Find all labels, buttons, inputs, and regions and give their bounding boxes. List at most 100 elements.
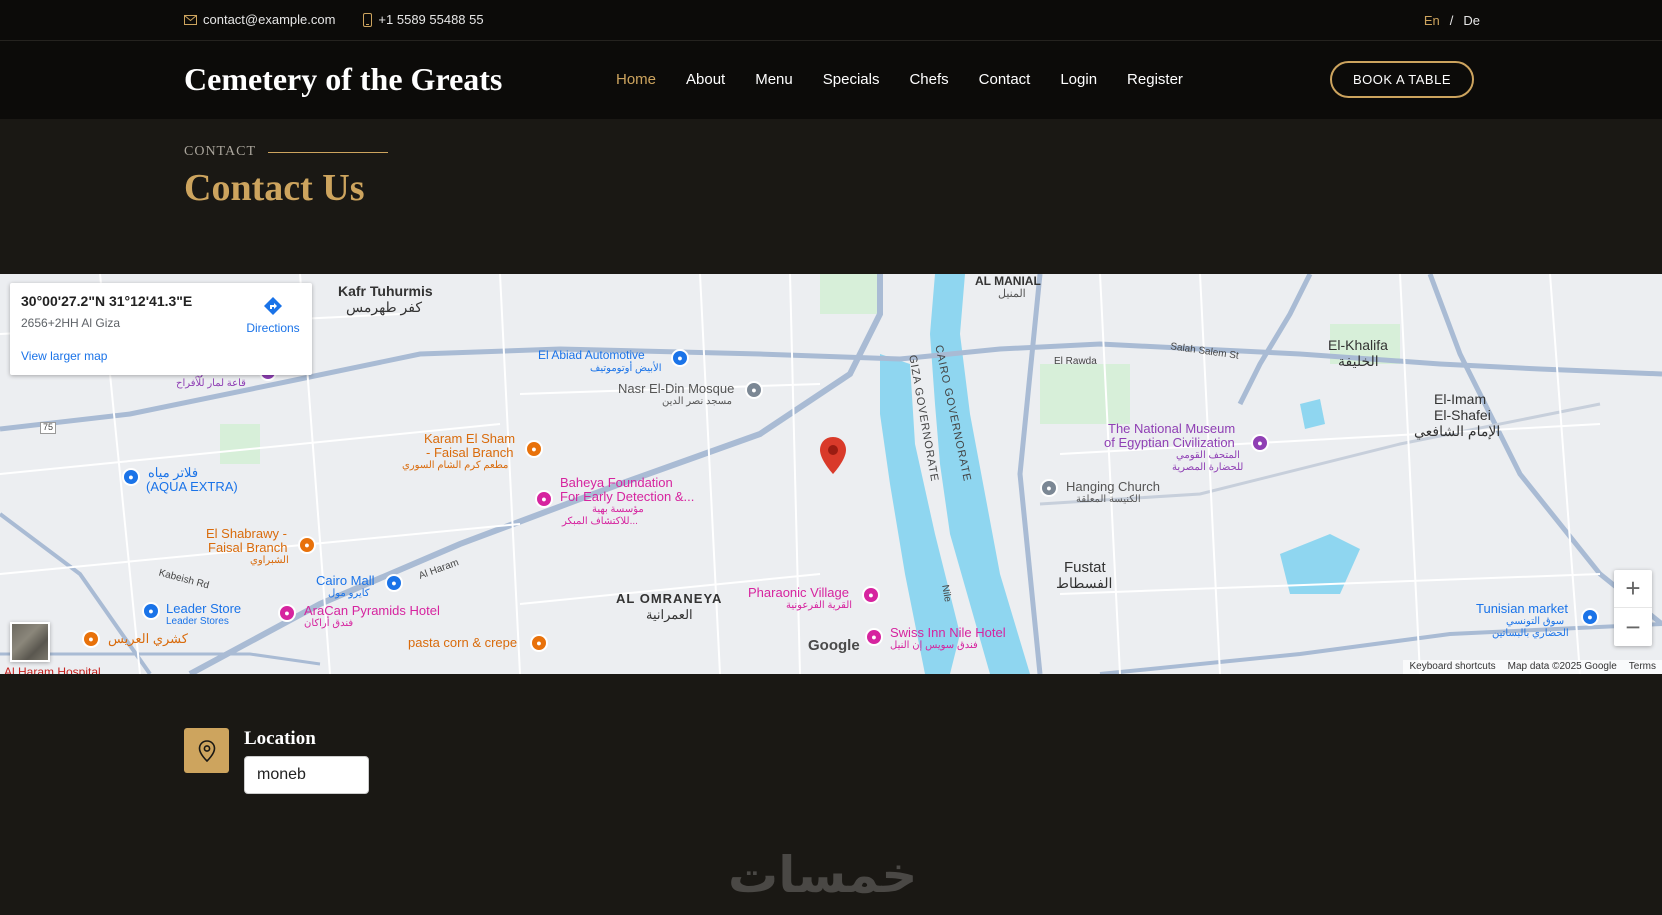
- label-swiss-ar: فندق سويس إن النيل: [890, 640, 978, 651]
- map-info-card: 30°00'27.2"N 31°12'41.3"E 2656+2HH Al Gi…: [10, 283, 312, 375]
- directions-button[interactable]: Directions: [238, 295, 308, 335]
- store-icon[interactable]: ●: [122, 468, 140, 486]
- site-logo[interactable]: Cemetery of the Greats: [184, 61, 502, 98]
- label-baheya-2: For Early Detection &...: [560, 489, 695, 504]
- terms-link[interactable]: Terms: [1629, 661, 1656, 673]
- store-icon[interactable]: ●: [142, 602, 160, 620]
- label-leader[interactable]: Leader Store: [166, 601, 241, 616]
- attraction-icon[interactable]: ●: [862, 586, 880, 604]
- map-data-text: Map data ©2025 Google: [1507, 661, 1617, 672]
- label-shabrawy-2: Faisal Branch: [208, 540, 288, 555]
- restaurant-icon[interactable]: ●: [298, 536, 316, 554]
- header: Cemetery of the Greats Home About Menu S…: [0, 41, 1662, 119]
- zoom-out-button[interactable]: −: [1614, 608, 1652, 646]
- location-marker-icon: [184, 728, 229, 773]
- nav-chefs[interactable]: Chefs: [909, 71, 948, 88]
- lang-de[interactable]: De: [1463, 13, 1480, 28]
- label-abiad[interactable]: El Abiad Automotive: [538, 348, 645, 362]
- label-abiad-ar: الأبيض أوتوموتيف: [590, 363, 662, 374]
- kicker-text: CONTACT: [184, 144, 256, 159]
- car-icon[interactable]: ●: [671, 349, 689, 367]
- nav-home[interactable]: Home: [616, 71, 656, 88]
- restaurant-icon[interactable]: ●: [525, 440, 543, 458]
- label-karam-ar: مطعم كرم الشام السوري: [402, 460, 509, 471]
- map-footer: Keyboard shortcuts Map data ©2025 Google…: [1403, 660, 1662, 674]
- church-icon[interactable]: ●: [1040, 479, 1058, 497]
- label-aracan[interactable]: AraCan Pyramids Hotel: [304, 603, 440, 618]
- phone-item[interactable]: +1 5589 55488 55: [363, 12, 484, 27]
- hotel-icon[interactable]: ●: [865, 628, 883, 646]
- label-swiss[interactable]: Swiss Inn Nile Hotel: [890, 625, 1006, 640]
- google-logo-text: Google: [808, 637, 860, 654]
- mall-icon[interactable]: ●: [385, 574, 403, 592]
- label-cairo-mall[interactable]: Cairo Mall: [316, 573, 375, 588]
- satellite-toggle[interactable]: [10, 622, 50, 662]
- label-kafr: Kafr Tuhurmis: [338, 283, 433, 299]
- email-text: contact@example.com: [203, 12, 336, 27]
- nav-menu[interactable]: Menu: [755, 71, 793, 88]
- label-hospital[interactable]: Al Haram Hospital: [4, 665, 101, 674]
- main-nav: Home About Menu Specials Chefs Contact L…: [616, 71, 1183, 88]
- location-pin-icon[interactable]: [818, 436, 848, 476]
- label-tunisian-ar-2: الحضاري بالبساتين: [1492, 628, 1569, 639]
- label-imam-ar: الإمام الشافعي: [1414, 423, 1501, 439]
- label-manial-ar: المنيل: [998, 288, 1026, 300]
- google-map[interactable]: Kafr Tuhurmis كفر طهرمس AL MANIAL المنيل…: [0, 274, 1662, 674]
- top-bar: contact@example.com +1 5589 55488 55 En …: [0, 0, 1662, 41]
- mosque-icon[interactable]: ●: [745, 381, 763, 399]
- nav-contact[interactable]: Contact: [979, 71, 1031, 88]
- label-route-75: 75: [40, 422, 57, 434]
- lang-separator: /: [1449, 13, 1454, 28]
- directions-icon: [264, 297, 282, 315]
- nav-login[interactable]: Login: [1060, 71, 1097, 88]
- envelope-icon: [184, 14, 197, 25]
- zoom-in-button[interactable]: +: [1614, 570, 1652, 608]
- hotel-icon[interactable]: ●: [278, 604, 296, 622]
- label-nasr-ar: مسجد نصر الدين: [662, 396, 732, 407]
- section-title: CONTACT Contact Us: [184, 144, 388, 210]
- location-title: Location: [244, 728, 316, 749]
- label-omraneya-ar: العمرانية: [646, 607, 693, 622]
- nav-register[interactable]: Register: [1127, 71, 1183, 88]
- label-koshary[interactable]: كشري العريس: [108, 631, 188, 646]
- label-pharaonic[interactable]: Pharaonic Village: [748, 585, 849, 600]
- label-hanging-ar: الكنيسة المعلقة: [1076, 494, 1141, 505]
- market-icon[interactable]: ●: [1581, 608, 1599, 626]
- nav-specials[interactable]: Specials: [823, 71, 880, 88]
- nav-about[interactable]: About: [686, 71, 725, 88]
- keyboard-shortcuts-link[interactable]: Keyboard shortcuts: [1409, 661, 1495, 673]
- book-table-button[interactable]: BOOK A TABLE: [1330, 61, 1474, 98]
- label-pasta[interactable]: pasta corn & crepe: [408, 635, 517, 650]
- label-omraneya: AL OMRANEYA: [616, 591, 723, 606]
- language-switcher: En / De: [1424, 13, 1480, 28]
- label-kafr-ar: كفر طهرمس: [346, 299, 423, 315]
- restaurant-icon[interactable]: ●: [530, 634, 548, 652]
- phone-text: +1 5589 55488 55: [378, 12, 484, 27]
- location-input[interactable]: [244, 756, 369, 794]
- page-title: Contact Us: [184, 167, 365, 209]
- label-tunisian-ar-1: سوق التونسي: [1506, 616, 1565, 627]
- label-tunisian[interactable]: Tunisian market: [1476, 601, 1568, 616]
- label-aqua-2: (AQUA EXTRA): [146, 479, 238, 494]
- watermark-logo: خمسات: [728, 846, 918, 904]
- label-baheya-ar-2: للاكتشاف المبكر...: [562, 516, 638, 527]
- label-baheya-ar-1: مؤسسة بهية: [592, 504, 644, 515]
- section-kicker: CONTACT: [184, 144, 388, 160]
- lang-en[interactable]: En: [1424, 13, 1440, 28]
- label-imam-1: El-Imam: [1434, 391, 1487, 407]
- view-larger-map-link[interactable]: View larger map: [21, 349, 107, 363]
- label-aracan-ar: فندق أراكان: [304, 618, 354, 629]
- label-hanging[interactable]: Hanging Church: [1066, 479, 1160, 494]
- label-nasr[interactable]: Nasr El-Din Mosque: [618, 381, 734, 396]
- label-rawda: El Rawda: [1054, 356, 1097, 367]
- restaurant-icon[interactable]: ●: [82, 630, 100, 648]
- zoom-controls: + −: [1614, 570, 1652, 646]
- museum-icon[interactable]: ●: [1251, 434, 1269, 452]
- label-shabrawy-ar: الشبراوي: [250, 555, 289, 566]
- label-pharaonic-ar: القرية الفرعونية: [786, 600, 853, 611]
- hospital-icon[interactable]: ●: [535, 490, 553, 508]
- directions-label: Directions: [246, 321, 300, 335]
- email-item[interactable]: contact@example.com: [184, 12, 335, 27]
- map-coordinates: 30°00'27.2"N 31°12'41.3"E: [21, 293, 193, 309]
- label-lamar-ar: قاعة لمار للأفراح: [176, 378, 246, 389]
